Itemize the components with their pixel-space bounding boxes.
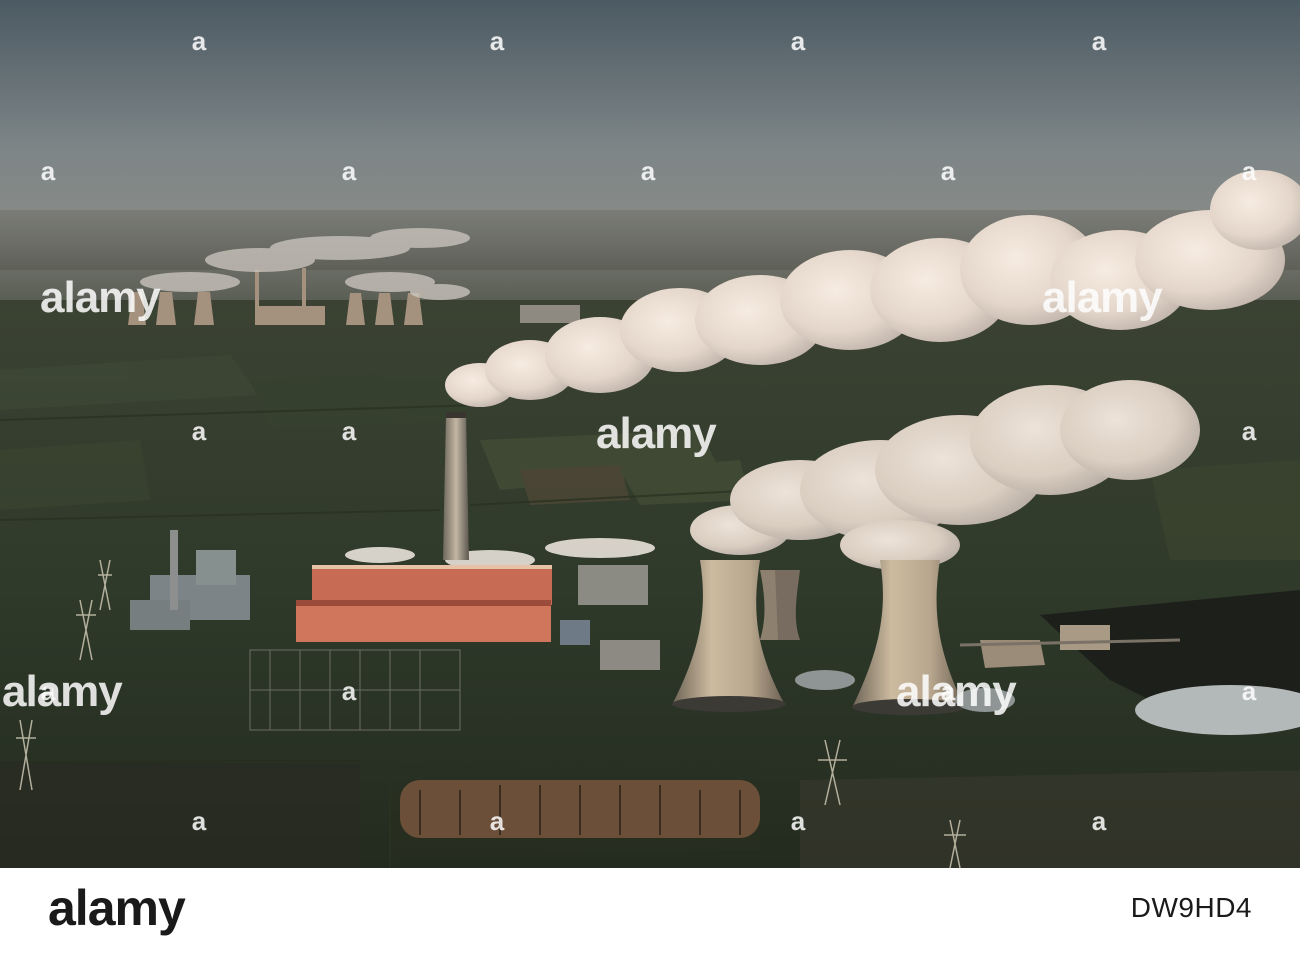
svg-text:a: a	[342, 416, 357, 446]
svg-text:a: a	[1242, 156, 1257, 186]
svg-text:a: a	[791, 806, 806, 836]
watermark-text: alamy	[2, 667, 123, 716]
stock-logo: alamy	[48, 880, 186, 936]
svg-text:a: a	[1092, 806, 1107, 836]
svg-text:a: a	[1092, 26, 1107, 56]
svg-text:a: a	[941, 156, 956, 186]
watermark-text: alamy	[40, 273, 161, 322]
svg-text:a: a	[1242, 416, 1257, 446]
svg-text:a: a	[192, 416, 207, 446]
image-id-label: DW9HD4	[1130, 892, 1252, 923]
svg-text:a: a	[1242, 676, 1257, 706]
svg-text:a: a	[641, 156, 656, 186]
svg-text:a: a	[490, 26, 505, 56]
svg-text:a: a	[791, 26, 806, 56]
stock-footer-bar	[0, 868, 1300, 957]
svg-text:a: a	[490, 806, 505, 836]
svg-text:a: a	[342, 156, 357, 186]
watermark-text: alamy	[596, 409, 717, 458]
svg-text:a: a	[342, 676, 357, 706]
watermark-text: alamy	[1042, 273, 1163, 322]
watermark-text: alamy	[896, 667, 1017, 716]
svg-text:a: a	[192, 806, 207, 836]
aerial-power-station-photo: aaaa aaaaa aaa aaaa aaaa alamy alamy ala…	[0, 0, 1300, 868]
svg-text:a: a	[41, 156, 56, 186]
svg-text:a: a	[192, 26, 207, 56]
